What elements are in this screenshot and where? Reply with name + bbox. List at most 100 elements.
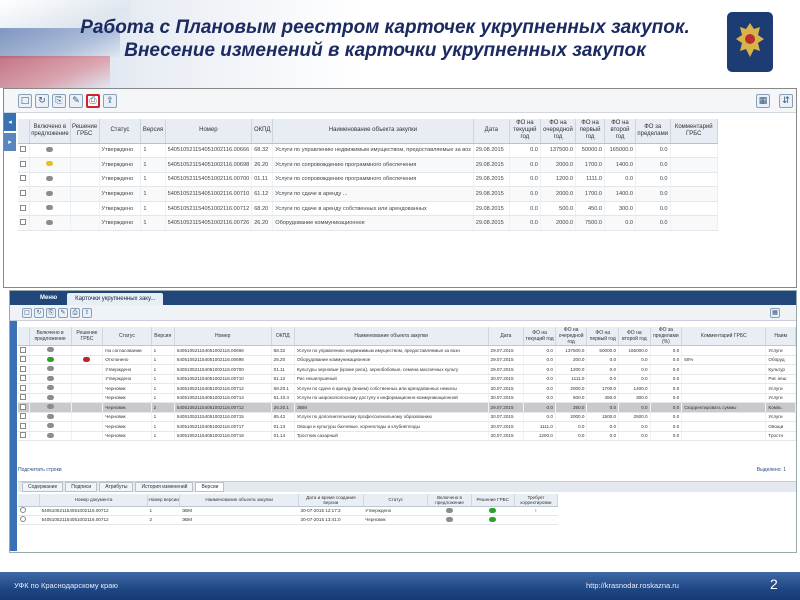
filter-icon[interactable]: ⇵: [779, 94, 793, 108]
tab-signatures[interactable]: Подписи: [65, 482, 98, 492]
row-checkbox[interactable]: [20, 190, 26, 197]
col-okpd[interactable]: ОКПД: [271, 327, 295, 346]
tab-versions[interactable]: Версии: [195, 482, 225, 492]
col-decision[interactable]: Решение ГРБС: [71, 327, 104, 346]
col-decision[interactable]: Решение ГРБС: [471, 494, 515, 507]
col-included[interactable]: Включено в предложение: [29, 119, 71, 144]
col-fo-beyond[interactable]: ФО за пределами: [635, 119, 671, 144]
col-okpd[interactable]: ОКПД: [251, 119, 274, 144]
settings-icon[interactable]: ▦: [756, 94, 770, 108]
menu-button[interactable]: Меню: [10, 295, 67, 301]
col-version[interactable]: Версия: [151, 327, 175, 346]
col-fo-current[interactable]: ФО на текущий год: [523, 327, 556, 346]
refresh-icon[interactable]: ↻: [35, 93, 49, 108]
col-included[interactable]: Включено в предложение: [427, 494, 472, 507]
table-row[interactable]: Черновик 2 540510521154051002116.00712 26.2…: [18, 402, 796, 413]
col-check[interactable]: [18, 494, 41, 507]
table-row[interactable]: 540510521154051002116.00712 1 ЭВМ 30-07-201…: [18, 506, 558, 516]
row-checkbox[interactable]: [20, 346, 26, 353]
col-included[interactable]: Включено в предложение: [29, 327, 72, 346]
col-number[interactable]: Номер: [174, 327, 272, 346]
tab-history[interactable]: История изменений: [135, 482, 194, 492]
table-row[interactable]: Отклонено 1 540510521154051002116.00698 26.…: [18, 355, 796, 365]
row-checkbox[interactable]: [20, 432, 26, 439]
col-created[interactable]: Дата и время создания версии: [298, 494, 364, 507]
col-version-number[interactable]: Номер версии: [147, 494, 181, 507]
col-fo-first[interactable]: ФО на первый год: [586, 327, 620, 346]
col-fo-beyond[interactable]: ФО за пределами (%): [650, 327, 683, 346]
row-checkbox[interactable]: [20, 422, 26, 429]
table-row[interactable]: Утверждено 1 540510521154051002116.00698 26…: [18, 157, 718, 173]
side-tab-2[interactable]: ▸: [4, 133, 16, 151]
side-tab[interactable]: ◂: [4, 113, 16, 131]
col-comment[interactable]: Комментарий ГРБС: [670, 119, 718, 144]
table-row[interactable]: Черновик 1 540510521154051002116.00712 68.2…: [18, 383, 796, 394]
settings-icon[interactable]: ▦: [770, 307, 780, 318]
row-radio[interactable]: [20, 516, 26, 522]
col-object-name[interactable]: Наименование объекта закупки: [179, 494, 300, 507]
col-fo-first[interactable]: ФО на первый год: [575, 119, 606, 144]
tab-cards[interactable]: Карточки укрупненных заку...: [67, 293, 164, 305]
print-icon[interactable]: ⎙: [86, 93, 100, 108]
row-checkbox[interactable]: [20, 219, 26, 226]
col-date[interactable]: Дата: [488, 327, 525, 346]
table-row[interactable]: Утверждено 1 540510521154051002116.00710 61…: [18, 186, 718, 202]
row-checkbox[interactable]: [20, 146, 26, 153]
table-row[interactable]: Черновик 1 540510521154051002116.00714 61.1…: [18, 393, 796, 403]
col-fo-second[interactable]: ФО на второй год: [618, 327, 651, 346]
footer-url[interactable]: http://krasnodar.roskazna.ru: [586, 581, 679, 590]
row-radio[interactable]: [20, 507, 26, 513]
export-icon[interactable]: ⇪: [82, 307, 92, 318]
col-doc-number[interactable]: Номер документа: [39, 494, 148, 507]
copy-icon[interactable]: ⎘: [52, 93, 66, 108]
table-row[interactable]: Черновик 1 540510521154051002116.00718 01.1…: [18, 431, 796, 441]
table-row[interactable]: Утверждено 1 540510521154051002116.00710 61…: [18, 374, 796, 384]
col-fo-second[interactable]: ФО на второй год: [604, 119, 636, 144]
row-checkbox[interactable]: [20, 160, 26, 167]
col-status[interactable]: Статус: [102, 327, 152, 346]
row-checkbox[interactable]: [20, 384, 26, 391]
row-checkbox[interactable]: [20, 394, 26, 401]
row-checkbox[interactable]: [20, 375, 26, 382]
row-checkbox[interactable]: [20, 413, 26, 420]
table-row[interactable]: Утверждено 1 540510521154051002116.00726 26…: [18, 215, 718, 232]
table-row[interactable]: Утверждено 1 540510521154051002116.00700 01…: [18, 172, 718, 188]
new-icon[interactable]: □: [18, 93, 32, 108]
col-check[interactable]: [18, 119, 31, 144]
table-row[interactable]: Утверждено 1 540510521154051002116.00712 68…: [18, 201, 718, 217]
table-row[interactable]: Черновик 1 540510521154051002116.00715 85.4…: [18, 412, 796, 422]
row-checkbox[interactable]: [20, 365, 26, 372]
copy-icon[interactable]: ⎘: [46, 307, 56, 318]
tab-content[interactable]: Содержание: [22, 482, 64, 492]
table-row[interactable]: На согласовании 1 540510521154051002116.00…: [18, 345, 796, 356]
export-icon[interactable]: ⇪: [103, 93, 117, 108]
col-status[interactable]: Статус: [99, 119, 142, 144]
table-row[interactable]: Утверждено 1 540510521154051002116.00666 68…: [18, 143, 718, 159]
col-date[interactable]: Дата: [473, 119, 510, 144]
row-checkbox[interactable]: [20, 403, 26, 410]
tab-attributes[interactable]: Атрибуты: [99, 482, 134, 492]
col-check[interactable]: [18, 327, 30, 346]
table-row[interactable]: Утверждено 1 540510521154051002116.00700 01…: [18, 364, 796, 375]
table-row[interactable]: 540510521154051002116.00712 2 ЭВМ 30-07-201…: [18, 515, 558, 525]
edit-icon[interactable]: ✎: [69, 93, 83, 108]
row-checkbox[interactable]: [20, 204, 26, 211]
col-name[interactable]: Наименование объекта закупки: [272, 119, 474, 144]
col-needs-correction[interactable]: Требует корректировки: [514, 494, 559, 507]
col-fo-next[interactable]: ФО на очередной год: [555, 327, 588, 346]
col-name[interactable]: Наименование объекта закупки: [294, 327, 489, 346]
col-version[interactable]: Версия: [140, 119, 166, 144]
col-decision[interactable]: Решение ГРБС: [70, 119, 100, 144]
col-fo-next[interactable]: ФО на очередной год: [540, 119, 577, 144]
col-fo-current[interactable]: ФО на текущий год: [509, 119, 541, 144]
refresh-icon[interactable]: ↻: [34, 307, 44, 318]
col-name-short[interactable]: Наим: [765, 327, 796, 346]
edit-icon[interactable]: ✎: [58, 307, 68, 318]
col-comment[interactable]: Комментарий ГРБС: [681, 327, 767, 346]
col-number[interactable]: Номер: [165, 119, 253, 144]
row-checkbox[interactable]: [20, 175, 26, 182]
count-rows-link[interactable]: Подсчитать строки: [18, 467, 62, 473]
print-icon[interactable]: ⎙: [70, 307, 80, 318]
col-status[interactable]: Статус: [363, 494, 429, 507]
new-icon[interactable]: □: [22, 307, 32, 318]
